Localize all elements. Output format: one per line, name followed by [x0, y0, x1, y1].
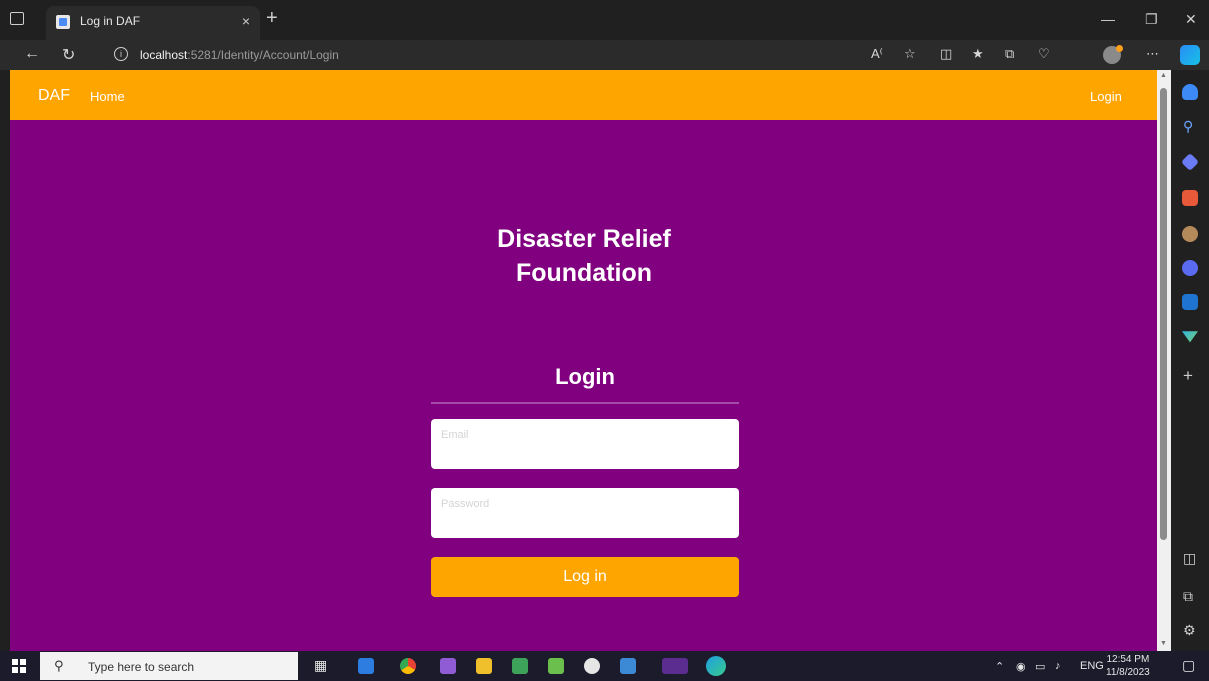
mail-app-icon[interactable] [358, 658, 374, 674]
collections-icon[interactable]: ⧉ [1005, 46, 1014, 62]
show-hidden-icons-icon[interactable]: ⌃ [995, 660, 1004, 673]
visual-studio-icon[interactable] [440, 658, 456, 674]
hide-sidebar-icon[interactable]: ◫ [1183, 550, 1196, 567]
browser-essentials-icon[interactable]: ♡ [1038, 46, 1050, 62]
email-label: Email [441, 429, 469, 441]
outlook-icon[interactable] [1182, 294, 1198, 310]
address-bar[interactable]: i localhost:5281/Identity/Account/Login [94, 43, 940, 67]
new-tab-icon[interactable]: + [266, 8, 278, 28]
language-indicator[interactable]: ENG [1080, 660, 1104, 672]
scrollbar-thumb[interactable] [1160, 88, 1167, 540]
profile-avatar-icon[interactable] [1103, 45, 1123, 64]
app-icon[interactable] [512, 658, 528, 674]
refresh-icon[interactable]: ↻ [62, 45, 75, 65]
browser-tab[interactable]: Log in DAF × [46, 6, 260, 40]
edge-browser-icon[interactable] [706, 656, 726, 676]
notifications-icon[interactable]: ▢ [1182, 657, 1195, 674]
site-info-icon[interactable]: i [114, 47, 128, 61]
more-options-icon[interactable]: ⋯ [1146, 46, 1159, 62]
log-in-button[interactable]: Log in [431, 557, 739, 597]
copilot-icon[interactable] [1180, 45, 1200, 65]
page-viewport: DAF Home Login Disaster Relief Foundatio… [10, 70, 1157, 651]
split-screen-icon[interactable]: ◫ [940, 46, 952, 62]
scroll-up-icon[interactable]: ▲ [1160, 72, 1167, 79]
tools-briefcase-icon[interactable] [1182, 190, 1198, 206]
microsoft-365-icon[interactable] [1182, 260, 1198, 276]
close-tab-icon[interactable]: × [242, 13, 250, 29]
chrome-icon[interactable] [400, 658, 416, 674]
password-field[interactable]: Password [431, 488, 739, 538]
nav-home-link[interactable]: Home [90, 89, 125, 104]
close-window-icon[interactable]: ✕ [1185, 11, 1197, 28]
notification-bell-icon[interactable] [1182, 84, 1198, 100]
search-icon[interactable]: ⚲ [1183, 118, 1193, 135]
tab-actions-icon[interactable] [10, 12, 24, 25]
heading-divider [431, 402, 739, 404]
shopping-tag-icon[interactable] [1180, 152, 1200, 172]
settings-gear-icon[interactable]: ⚙ [1183, 622, 1196, 639]
location-icon[interactable]: ◉ [1016, 660, 1026, 673]
app-icon[interactable] [584, 658, 600, 674]
open-in-window-icon[interactable]: ⧉ [1183, 588, 1193, 605]
network-icon[interactable]: ▭ [1035, 660, 1045, 673]
site-navbar: DAF Home Login [10, 70, 1157, 120]
windows-taskbar: ⚲ Type here to search ▦ ⌃ ◉ ▭ ♪ ENG 12:5… [0, 651, 1209, 681]
drop-icon[interactable] [1182, 331, 1198, 343]
task-view-icon[interactable]: ▦ [314, 657, 327, 674]
browser-tab-strip: Log in DAF × + — ❐ ✕ [0, 0, 1209, 40]
file-explorer-icon[interactable] [476, 658, 492, 674]
tab-title: Log in DAF [80, 14, 141, 28]
restore-icon[interactable]: ❐ [1145, 11, 1158, 28]
taskbar-search-input[interactable]: ⚲ Type here to search [40, 652, 298, 680]
search-icon: ⚲ [54, 658, 64, 673]
minimize-icon[interactable]: — [1101, 11, 1115, 27]
nav-login-link[interactable]: Login [1090, 89, 1122, 104]
scroll-down-icon[interactable]: ▼ [1160, 640, 1167, 647]
organization-title: Disaster Relief Foundation [497, 225, 671, 287]
url-text: localhost:5281/Identity/Account/Login [140, 48, 339, 62]
add-sidebar-app-icon[interactable]: + [1183, 366, 1193, 386]
notepad-icon[interactable] [548, 658, 564, 674]
read-aloud-icon[interactable]: A⁽ [871, 46, 883, 62]
games-icon[interactable] [1182, 226, 1198, 242]
favorites-icon[interactable]: ★ [972, 46, 984, 62]
favorite-star-icon[interactable]: ☆ [904, 46, 916, 62]
search-placeholder: Type here to search [88, 660, 195, 674]
password-label: Password [441, 498, 490, 510]
photos-icon[interactable] [620, 658, 636, 674]
browser-toolbar: ← ↻ i localhost:5281/Identity/Account/Lo… [0, 40, 1209, 70]
email-field[interactable]: Email [431, 419, 739, 469]
page-scrollbar[interactable]: ▲ ▼ [1157, 70, 1171, 651]
windows-start-icon[interactable] [12, 659, 26, 673]
back-icon[interactable]: ← [24, 45, 40, 63]
volume-icon[interactable]: ♪ [1055, 660, 1061, 672]
brand-link[interactable]: DAF [38, 87, 70, 105]
terminal-icon[interactable] [662, 658, 688, 674]
system-clock[interactable]: 12:54 PM 11/8/2023 [1106, 653, 1150, 679]
edge-sidebar: ⚲ + ◫ ⧉ ⚙ [1171, 70, 1209, 651]
login-heading: Login [555, 364, 615, 389]
page-favicon-icon [56, 15, 70, 29]
